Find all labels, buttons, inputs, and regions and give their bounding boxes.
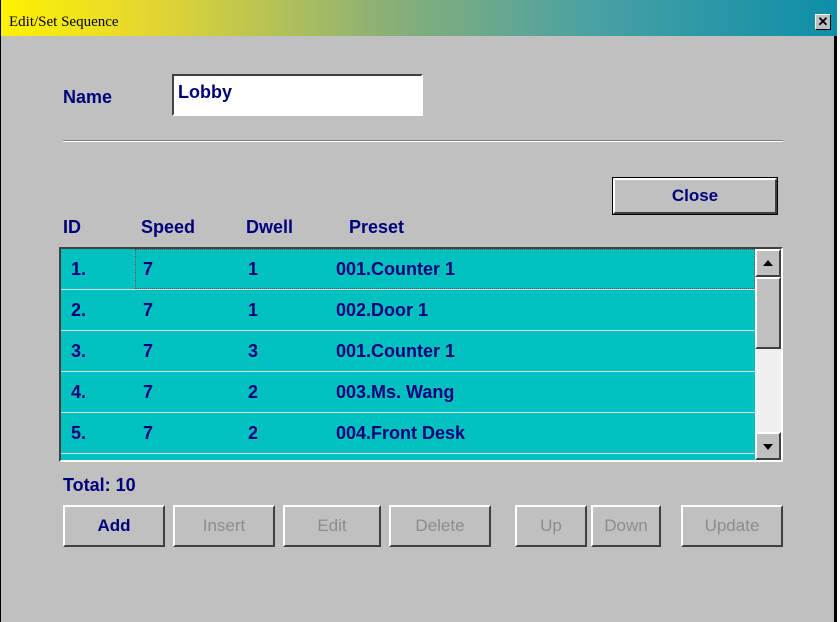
arrow-down-icon — [763, 444, 773, 450]
row-speed: 7 — [143, 300, 154, 320]
row-dwell: 1 — [248, 259, 259, 279]
row-id: 3. — [71, 341, 87, 361]
move-up-button[interactable]: Up — [515, 505, 587, 547]
total-count: Total: 10 — [63, 475, 136, 495]
edit-button[interactable]: Edit — [283, 505, 381, 547]
arrow-up-icon — [763, 260, 773, 266]
row-speed: 7 — [143, 259, 154, 279]
list-row[interactable]: 4. 7 2 003.Ms. Wang — [61, 372, 755, 413]
row-preset: 002.Door 1 — [336, 300, 429, 320]
move-down-button[interactable]: Down — [591, 505, 661, 547]
list-row[interactable]: 5. 7 2 004.Front Desk — [61, 413, 755, 454]
scroll-thumb[interactable] — [755, 277, 781, 349]
list-row[interactable]: 1. 7 1 001.Counter 1 — [61, 249, 755, 290]
sequence-list[interactable]: 1. 7 1 001.Counter 1 2. 7 1 002.Door 1 3… — [59, 247, 783, 462]
row-id: 4. — [71, 382, 87, 402]
row-dwell: 2 — [248, 423, 259, 443]
row-speed: 7 — [143, 341, 154, 361]
window-title: Edit/Set Sequence — [9, 14, 119, 30]
row-dwell: 3 — [248, 341, 259, 361]
row-dwell: 2 — [248, 382, 259, 402]
header-speed: Speed — [141, 217, 196, 237]
sequence-dialog: Edit/Set Sequence ✕ Name Lobby Close ID … — [0, 0, 837, 622]
name-label: Name — [63, 87, 113, 107]
scroll-down-button[interactable] — [755, 432, 781, 460]
separator — [63, 140, 783, 142]
row-id: 5. — [71, 423, 87, 443]
window-close-icon[interactable]: ✕ — [815, 14, 831, 30]
close-button[interactable]: Close — [612, 177, 778, 215]
title-bar[interactable]: Edit/Set Sequence ✕ — [1, 0, 837, 36]
row-id: 2. — [71, 300, 87, 320]
row-id: 1. — [71, 259, 87, 279]
row-preset: 001.Counter 1 — [336, 341, 456, 361]
row-speed: 7 — [143, 423, 154, 443]
list-row[interactable]: 3. 7 3 001.Counter 1 — [61, 331, 755, 372]
row-preset: 001.Counter 1 — [336, 259, 456, 279]
row-dwell: 1 — [248, 300, 259, 320]
vertical-scrollbar[interactable] — [755, 249, 781, 460]
header-preset: Preset — [349, 217, 405, 237]
insert-button[interactable]: Insert — [173, 505, 275, 547]
delete-button[interactable]: Delete — [389, 505, 491, 547]
name-input[interactable]: Lobby — [172, 74, 423, 116]
list-row[interactable]: 2. 7 1 002.Door 1 — [61, 290, 755, 331]
header-id: ID — [63, 217, 81, 237]
update-button[interactable]: Update — [681, 505, 783, 547]
row-preset: 003.Ms. Wang — [336, 382, 455, 402]
row-preset: 004.Front Desk — [336, 423, 466, 443]
row-speed: 7 — [143, 382, 154, 402]
add-button[interactable]: Add — [63, 505, 165, 547]
header-dwell: Dwell — [246, 217, 294, 237]
scroll-up-button[interactable] — [755, 249, 781, 277]
